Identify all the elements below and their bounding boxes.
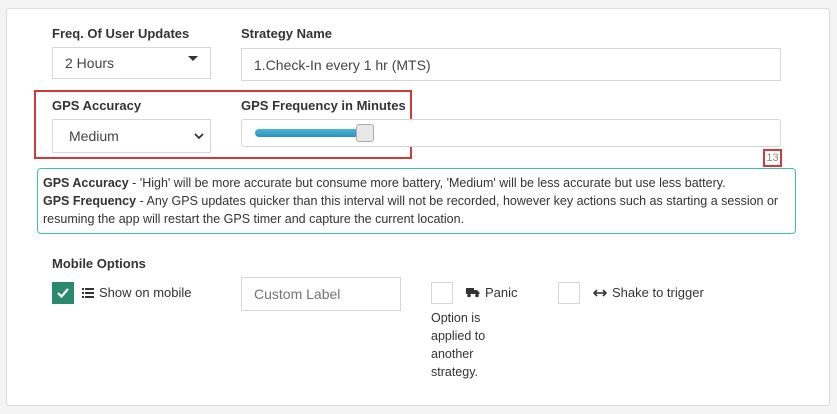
gps-accuracy-value: Medium [69,128,119,144]
gps-accuracy-label: GPS Accuracy [52,98,142,113]
show-on-mobile-checkbox[interactable] [52,282,74,304]
info-frequency-text: - Any GPS updates quicker than this inte… [43,194,779,226]
slider-handle[interactable] [356,124,374,142]
show-on-mobile-option: Show on mobile [82,285,192,300]
arrows-horizontal-icon [593,288,607,297]
show-on-mobile-label: Show on mobile [99,285,192,300]
mobile-options-label: Mobile Options [52,256,146,271]
gps-frequency-slider[interactable] [241,119,781,147]
chevron-down-icon [194,133,204,140]
panic-note: Option is applied to another strategy. [431,311,486,379]
freq-select[interactable]: 2 Hours [52,47,211,79]
custom-label-input[interactable] [241,277,401,311]
strategy-name-input[interactable]: 1.Check-In every 1 hr (MTS) [241,48,781,81]
list-icon [82,287,94,298]
info-frequency-line: GPS Frequency - Any GPS updates quicker … [43,192,790,228]
truck-icon [466,288,480,298]
freq-value: 2 Hours [65,55,115,71]
panic-option: Panic [466,285,518,300]
freq-label: Freq. Of User Updates [52,26,190,41]
shake-option: Shake to trigger [593,285,704,300]
gps-frequency-value: 13 [763,149,782,167]
gps-frequency-label: GPS Frequency in Minutes [241,98,406,113]
info-accuracy-text: - 'High' will be more accurate but consu… [128,176,726,190]
caret-down-icon [188,56,198,61]
info-accuracy-title: GPS Accuracy [43,176,129,190]
check-icon [57,288,69,299]
gps-info-box: GPS Accuracy - 'High' will be more accur… [37,168,796,234]
shake-label: Shake to trigger [612,285,704,300]
panic-checkbox[interactable] [431,282,453,304]
info-frequency-title: GPS Frequency [43,194,137,208]
info-accuracy-line: GPS Accuracy - 'High' will be more accur… [43,174,790,192]
panic-label: Panic [485,285,518,300]
gps-accuracy-select[interactable]: Medium [52,119,211,153]
shake-checkbox[interactable] [558,282,580,304]
strategy-name-label: Strategy Name [241,26,333,41]
strategy-name-value: 1.Check-In every 1 hr (MTS) [254,56,431,73]
slider-fill [255,129,360,137]
